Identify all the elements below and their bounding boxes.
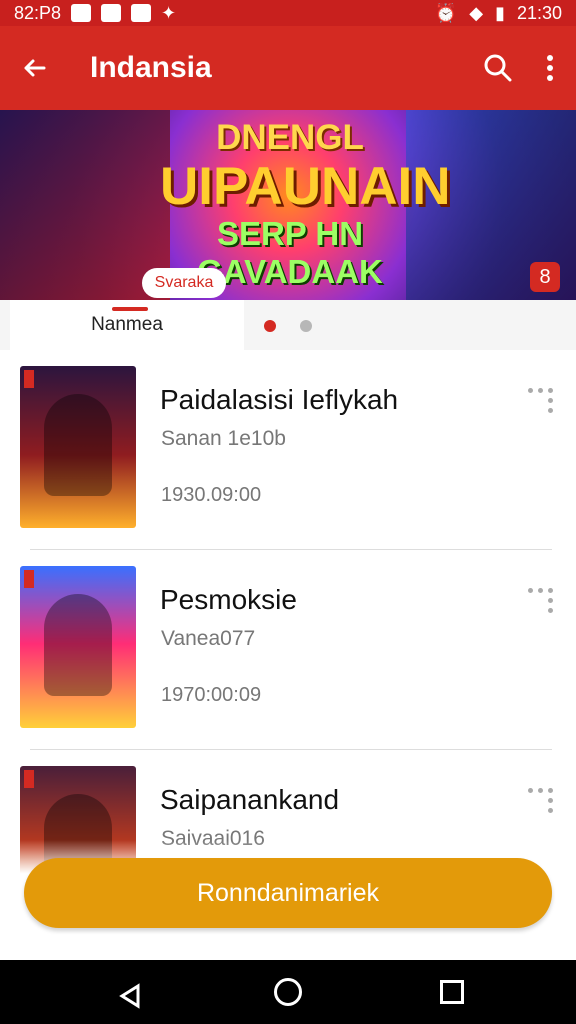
recent-apps-icon[interactable] xyxy=(440,980,464,1004)
pagination-dot-inactive xyxy=(300,320,312,332)
list-item-title: Pesmoksie xyxy=(160,584,297,615)
banner-title-line-1: DNENGL xyxy=(216,118,364,157)
tab-nanmea[interactable]: Nanmea xyxy=(10,300,244,350)
page-title: Indansia xyxy=(90,51,212,84)
wifi-icon: ◆ xyxy=(469,2,484,23)
gmail-icon xyxy=(71,4,92,22)
list-item-title: Paidalasisi Ieflykah xyxy=(160,384,399,415)
tab-strip: Nanmea xyxy=(0,300,576,350)
more-vertical-icon[interactable] xyxy=(544,52,556,84)
list-item-meta: 1930.09:00 xyxy=(161,484,262,506)
list-item-title: Saipanankand xyxy=(160,784,340,815)
thumbnail-tag-icon xyxy=(24,570,34,588)
android-navigation-bar xyxy=(0,960,576,1024)
more-dots-icon[interactable] xyxy=(528,388,554,413)
banner-badge[interactable]: 8 xyxy=(530,262,560,292)
list-item-subtitle: Vanea077 xyxy=(161,627,256,650)
app-notification-icon xyxy=(101,4,122,22)
sparkle-icon: ✦ xyxy=(161,2,177,23)
top-app-bar: Indansia xyxy=(0,26,576,110)
promo-banner[interactable]: DNENGL UIPAUNAIN SERP HN GAVADAAK Svarak… xyxy=(0,110,576,300)
banner-title-line-2: UIPAUNAIN xyxy=(160,157,451,216)
thumbnail-art xyxy=(44,594,112,696)
list-item-subtitle: Sanan 1e10b xyxy=(161,427,286,450)
pagination-dot-active xyxy=(264,320,276,332)
battery-icon: ▮ xyxy=(495,2,505,23)
tab-indicator xyxy=(112,307,148,311)
list-thumbnail xyxy=(20,366,136,528)
alarm-icon: ⏰ xyxy=(434,2,458,23)
banner-chip[interactable]: Svaraka xyxy=(142,268,226,298)
search-icon[interactable] xyxy=(482,52,514,84)
image-notification-icon xyxy=(131,4,152,22)
tab-label: Nanmea xyxy=(91,314,163,335)
list-item[interactable]: Pesmoksie Vanea077 1970:00:09 xyxy=(0,550,576,750)
home-circle-icon[interactable] xyxy=(274,978,302,1006)
more-dots-icon[interactable] xyxy=(528,788,554,813)
list-thumbnail xyxy=(20,566,136,728)
status-time-left: 82:P8 xyxy=(14,2,62,23)
primary-action-button[interactable]: Ronndanimariek xyxy=(24,858,552,928)
left-hero-art xyxy=(0,110,170,300)
thumbnail-tag-icon xyxy=(24,370,34,388)
back-triangle-icon[interactable] xyxy=(116,982,144,1010)
list-item[interactable]: Paidalasisi Ieflykah Sanan 1e10b 1930.09… xyxy=(0,350,576,550)
list-item-meta: 1970:00:09 xyxy=(161,684,262,706)
banner-pagination xyxy=(264,320,312,332)
arrow-left-icon[interactable] xyxy=(20,54,48,82)
status-time-right: 21:30 xyxy=(516,2,562,23)
status-bar: 82:P8 ✦ ⏰ ◆ ▮ 21:30 xyxy=(0,0,576,26)
thumbnail-art xyxy=(44,394,112,496)
thumbnail-tag-icon xyxy=(24,770,34,788)
more-dots-icon[interactable] xyxy=(528,588,554,613)
